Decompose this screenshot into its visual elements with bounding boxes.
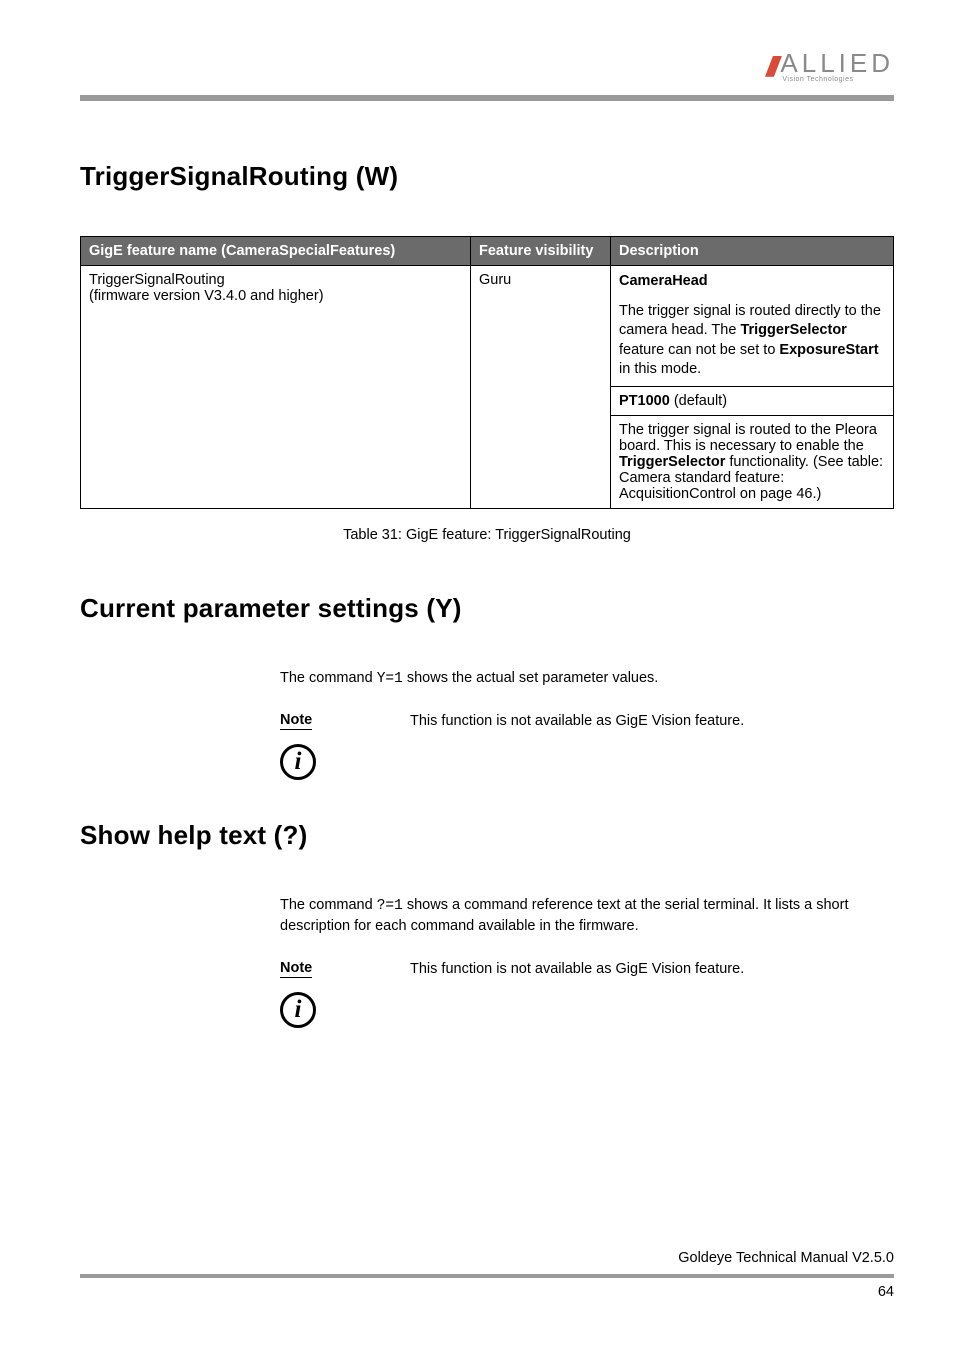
note-text: This function is not available as GigE V… xyxy=(410,711,894,780)
desc-head2b: (default) xyxy=(670,393,727,409)
feature-name-line1: TriggerSignalRouting xyxy=(89,272,225,288)
table-header-row: GigE feature name (CameraSpecialFeatures… xyxy=(81,237,894,266)
cell-visibility: Guru xyxy=(471,266,611,509)
footer-doc-title: Goldeye Technical Manual V2.5.0 xyxy=(80,1250,894,1266)
brand-logo: /// ALLIED Vision Technologies xyxy=(766,50,894,83)
cell-feature-name: TriggerSignalRouting (firmware version V… xyxy=(81,266,471,509)
note-block-q: Note i This function is not available as… xyxy=(280,959,894,1028)
note-label: Note xyxy=(280,960,312,978)
page-header: /// ALLIED Vision Technologies xyxy=(80,50,894,83)
cell-desc-pt1000-body: The trigger signal is routed to the Pleo… xyxy=(611,415,894,508)
code-q: ?=1 xyxy=(377,898,403,914)
note-text: This function is not available as GigE V… xyxy=(410,959,894,1028)
note-left: Note i xyxy=(280,959,390,1028)
desc-head2a: PT1000 xyxy=(619,393,670,409)
table-caption: Table 31: GigE feature: TriggerSignalRou… xyxy=(80,527,894,543)
cell-desc-camerahead: CameraHead The trigger signal is routed … xyxy=(611,266,894,387)
logo-sub-text: Vision Technologies xyxy=(782,76,894,83)
section-heading-show-help: Show help text (?) xyxy=(80,820,894,851)
note-block-y: Note i This function is not available as… xyxy=(280,711,894,780)
page-footer: Goldeye Technical Manual V2.5.0 64 xyxy=(80,1250,894,1300)
cell-desc-pt1000-head: PT1000 (default) xyxy=(611,386,894,415)
logo-main-text: ALLIED xyxy=(780,50,894,76)
logo-text: ALLIED Vision Technologies xyxy=(780,50,894,83)
info-icon: i xyxy=(280,992,316,1028)
section-heading-current-params: Current parameter settings (Y) xyxy=(80,593,894,624)
note-left: Note i xyxy=(280,711,390,780)
header-divider xyxy=(80,95,894,101)
footer-divider xyxy=(80,1274,894,1278)
section-heading-trigger: TriggerSignalRouting (W) xyxy=(80,161,894,192)
feature-table: GigE feature name (CameraSpecialFeatures… xyxy=(80,236,894,509)
feature-name-line2: (firmware version V3.4.0 and higher) xyxy=(89,288,324,304)
note-label: Note xyxy=(280,712,312,730)
page-number: 64 xyxy=(80,1284,894,1300)
info-icon: i xyxy=(280,744,316,780)
desc-p1: The trigger signal is routed directly to… xyxy=(619,302,885,380)
body-text-q: The command ?=1 shows a command referenc… xyxy=(280,895,894,937)
desc-head1: CameraHead xyxy=(619,273,708,289)
table-row: TriggerSignalRouting (firmware version V… xyxy=(81,266,894,387)
th-description: Description xyxy=(611,237,894,266)
code-y: Y=1 xyxy=(377,671,403,687)
th-visibility: Feature visibility xyxy=(471,237,611,266)
body-text-y: The command Y=1 shows the actual set par… xyxy=(280,668,894,689)
th-feature-name: GigE feature name (CameraSpecialFeatures… xyxy=(81,237,471,266)
logo-slash-icon: /// xyxy=(766,51,774,83)
